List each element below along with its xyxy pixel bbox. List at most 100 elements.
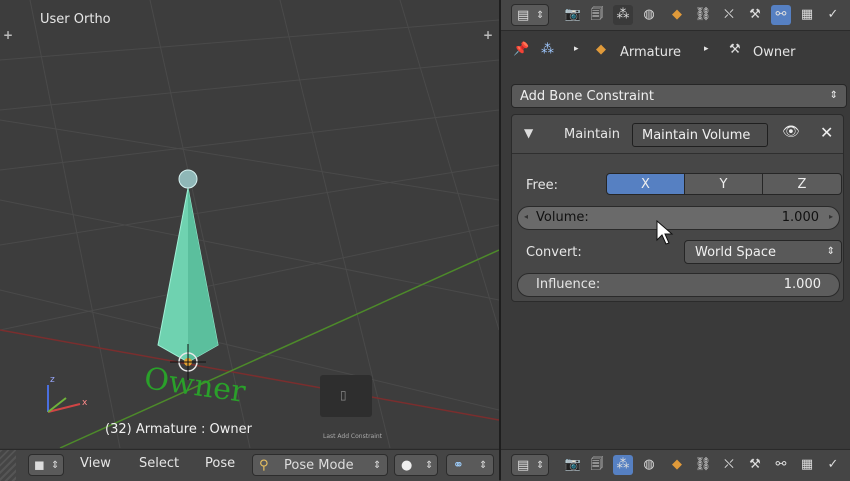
mode-selector[interactable]: ⚲ Pose Mode ⇕ — [252, 454, 388, 476]
pin-icon[interactable]: 📌 — [513, 42, 529, 57]
viewport-header: ◼ ⇕ View Select Pose ⚲ Pose Mode ⇕ ● ⇕ ⚭… — [0, 449, 499, 481]
armature-data-tab-icon[interactable]: ⛌ — [719, 455, 739, 475]
pivot-icon: ⚭ — [453, 458, 464, 473]
bone-constraints-tab-icon[interactable]: ⚯ — [771, 455, 791, 475]
modifier-tab-icon[interactable]: ✓ — [823, 455, 843, 475]
constraint-panel-header[interactable]: ▼ Maintain Maintain Volume 👁 ✕ — [512, 115, 843, 154]
breadcrumb-bone: Owner — [753, 45, 796, 60]
axis-label-x: x — [82, 398, 88, 408]
object-tab-icon[interactable]: ◆ — [667, 5, 687, 25]
updown-arrow-icon: ⇕ — [373, 460, 382, 471]
constraints-tab-icon[interactable]: ⛓ — [693, 5, 713, 25]
editor-type-button[interactable]: ▤ ⇕ — [511, 454, 549, 476]
axis-x-toggle[interactable]: X — [606, 173, 685, 195]
x-axis-line — [0, 329, 499, 421]
properties-bottom-tabs: ▤ ⇕ 📷 🗐 ⁂ ◍ ◆ ⛓ ⛌ ⚒ ⚯ ▦ ✓ — [501, 449, 850, 481]
add-bone-constraint-label: Add Bone Constraint — [520, 89, 654, 104]
volume-label: Volume: — [536, 210, 589, 225]
bone-icon: ⚒ — [729, 42, 741, 57]
convert-space-value: World Space — [695, 245, 777, 260]
solid-sphere-icon: ● — [401, 458, 413, 473]
influence-label: Influence: — [536, 277, 601, 292]
scene-tab-icon[interactable]: ⁂ — [613, 455, 633, 475]
constraint-name-value: Maintain Volume — [642, 128, 751, 143]
axis-y-toggle[interactable]: Y — [684, 173, 763, 195]
pose-mode-icon: ⚲ — [259, 458, 269, 473]
y-axis-line — [59, 249, 499, 448]
world-tab-icon[interactable]: ◍ — [639, 455, 659, 475]
collapse-triangle-icon[interactable]: ▼ — [524, 126, 533, 140]
modifier-tab-icon[interactable]: ✓ — [823, 5, 843, 25]
armature-data-tab-icon[interactable]: ⛌ — [719, 5, 739, 25]
shading-selector[interactable]: ● ⇕ — [394, 454, 438, 476]
updown-arrow-icon: ⇕ — [826, 246, 835, 257]
last-operator-overlay[interactable]: ▯ — [320, 375, 372, 417]
convert-label: Convert: — [526, 245, 582, 260]
area-split-icon[interactable]: + — [3, 28, 13, 42]
close-icon[interactable]: ✕ — [820, 123, 833, 142]
updown-arrow-icon: ⇕ — [829, 90, 838, 101]
chevron-right-icon: ▸ — [574, 44, 579, 54]
add-bone-constraint-dropdown[interactable]: Add Bone Constraint ⇕ — [511, 84, 847, 108]
volume-slider[interactable]: ◂ Volume: 1.000 ▸ — [517, 206, 840, 230]
cube-icon: ◼ — [34, 458, 45, 473]
scene-icon: ⁂ — [541, 42, 554, 57]
constraints-tab-icon[interactable]: ⛓ — [693, 455, 713, 475]
free-label: Free: — [526, 178, 558, 193]
constraint-type-label: Maintain — [564, 127, 620, 142]
axis-z-toggle[interactable]: Z — [762, 173, 842, 195]
menu-select[interactable]: Select — [139, 456, 179, 471]
updown-arrow-icon: ⇕ — [51, 460, 60, 471]
chevron-right-icon: ▸ — [704, 44, 709, 54]
render-layers-tab-icon[interactable]: 🗐 — [587, 5, 607, 25]
object-tab-icon[interactable]: ◆ — [667, 455, 687, 475]
bone-tip — [178, 169, 198, 189]
editor-type-button[interactable]: ◼ ⇕ — [28, 454, 64, 476]
header-grip[interactable] — [0, 450, 16, 481]
viewport-title: User Ortho — [40, 12, 111, 27]
3d-viewport[interactable]: User Ortho + + Owner ▯ Last Add Constrai… — [0, 0, 499, 448]
viewport-status: (32) Armature : Owner — [105, 422, 252, 437]
menu-pose[interactable]: Pose — [205, 456, 235, 471]
viewport-grid — [0, 0, 499, 448]
chevron-left-icon: ◂ — [524, 212, 529, 221]
object-icon: ◆ — [596, 42, 606, 57]
bone-tab-icon[interactable]: ⚒ — [745, 5, 765, 25]
trash-icon: ▯ — [340, 388, 347, 402]
constraint-name-field[interactable]: Maintain Volume — [632, 123, 768, 147]
free-axis-toggles: X Y Z — [606, 173, 842, 195]
mode-label: Pose Mode — [284, 458, 354, 473]
updown-arrow-icon: ⇕ — [479, 460, 488, 471]
render-tab-icon[interactable]: 📷 — [563, 455, 583, 475]
influence-value: 1.000 — [783, 277, 821, 292]
eye-icon[interactable]: 👁 — [782, 124, 800, 140]
updown-arrow-icon: ⇕ — [536, 10, 545, 21]
convert-space-dropdown[interactable]: World Space ⇕ — [684, 240, 842, 264]
breadcrumb-object: Armature — [620, 45, 682, 60]
chevron-right-icon: ▸ — [828, 212, 833, 221]
bone-tab-icon[interactable]: ⚒ — [745, 455, 765, 475]
influence-slider[interactable]: Influence: 1.000 — [517, 273, 840, 297]
tool-shelf-toggle-icon[interactable]: + — [483, 28, 493, 42]
overlay-caption: Last Add Constraint — [323, 433, 383, 440]
world-tab-icon[interactable]: ◍ — [639, 5, 659, 25]
volume-value: 1.000 — [781, 210, 819, 225]
render-layers-tab-icon[interactable]: 🗐 — [587, 455, 607, 475]
properties-editor: ▤ ⇕ 📷 🗐 ⁂ ◍ ◆ ⛓ ⛌ ⚒ ⚯ ▦ ✓ 📌 ⁂ ▸ ◆ Armatu… — [501, 0, 850, 448]
render-tab-icon[interactable]: 📷 — [563, 5, 583, 25]
bone-constraints-tab-icon[interactable]: ⚯ — [771, 5, 791, 25]
properties-tabs: ▤ ⇕ 📷 🗐 ⁂ ◍ ◆ ⛓ ⛌ ⚒ ⚯ ▦ ✓ — [501, 0, 850, 31]
constraint-panel: ▼ Maintain Maintain Volume 👁 ✕ Free: X Y… — [511, 114, 844, 302]
mouse-cursor-icon — [656, 220, 674, 245]
properties-icon: ▤ — [517, 458, 530, 473]
axis-label-z: z — [50, 375, 55, 385]
breadcrumb: 📌 ⁂ ▸ ◆ Armature ▸ ⚒ Owner — [501, 36, 850, 68]
updown-arrow-icon: ⇕ — [425, 460, 434, 471]
texture-tab-icon[interactable]: ▦ — [797, 455, 817, 475]
pivot-selector[interactable]: ⚭ ⇕ — [446, 454, 494, 476]
scene-tab-icon[interactable]: ⁂ — [613, 5, 633, 25]
texture-tab-icon[interactable]: ▦ — [797, 5, 817, 25]
editor-type-button[interactable]: ▤ ⇕ — [511, 4, 549, 26]
menu-view[interactable]: View — [80, 456, 111, 471]
properties-icon: ▤ — [517, 8, 530, 23]
